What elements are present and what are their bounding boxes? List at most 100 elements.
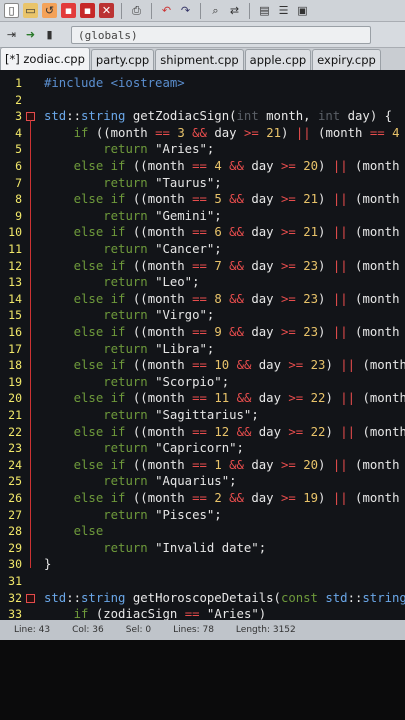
code-line[interactable]: 32 std::string getHoroscopeDetails(const … bbox=[0, 591, 405, 607]
code-line[interactable]: 17 return "Libra"; bbox=[0, 342, 405, 358]
code-text: else if ((month == 4 && day >= 20) || (m… bbox=[73, 159, 400, 173]
new-file-icon[interactable]: ▯ bbox=[4, 3, 19, 18]
code-text: return "Virgo"; bbox=[103, 308, 215, 323]
code-text: else if ((month == 9 && day >= 23) || (m… bbox=[73, 325, 400, 339]
code-line[interactable]: 15 return "Virgo"; bbox=[0, 308, 405, 324]
status-bar: Line: 43 Col: 36 Sel: 0 Lines: 78 Length… bbox=[0, 620, 405, 640]
status-line: Line: 43 bbox=[14, 625, 51, 635]
tab-shipment[interactable]: shipment.cpp bbox=[155, 49, 244, 70]
line-number: 18 bbox=[8, 358, 22, 373]
revert-icon[interactable]: ↺ bbox=[42, 3, 57, 18]
code-line[interactable]: 26 else if ((month == 2 && day >= 19) ||… bbox=[0, 491, 405, 507]
save-icon[interactable]: ▪ bbox=[61, 3, 76, 18]
code-text: #include <iostream> bbox=[44, 76, 185, 90]
list-icon[interactable]: ☰ bbox=[276, 3, 291, 18]
code-line[interactable]: 6 else if ((month == 4 && day >= 20) || … bbox=[0, 159, 405, 175]
code-line[interactable]: 18 else if ((month == 10 && day >= 23) |… bbox=[0, 358, 405, 374]
code-line[interactable]: 30} bbox=[0, 557, 405, 573]
code-text: else if ((month == 10 && day >= 23) || (… bbox=[73, 358, 405, 373]
code-line[interactable]: 33 if (zodiacSign == "Aries") bbox=[0, 607, 405, 620]
code-line[interactable]: 22 else if ((month == 12 && day >= 22) |… bbox=[0, 425, 405, 441]
fold-marker-icon[interactable] bbox=[26, 593, 35, 603]
code-line[interactable]: 11 return "Cancer"; bbox=[0, 242, 405, 258]
tab-apple[interactable]: apple.cpp bbox=[244, 49, 312, 70]
line-number: 19 bbox=[8, 374, 22, 389]
status-col: Col: 36 bbox=[72, 625, 104, 635]
code-line[interactable]: 12 else if ((month == 7 && day >= 23) ||… bbox=[0, 259, 405, 275]
code-line[interactable]: 1 #include <iostream> bbox=[0, 76, 405, 92]
code-editor[interactable]: 1 #include <iostream> 2 3 std::string getZod… bbox=[0, 70, 405, 620]
save-all-icon[interactable]: ▪ bbox=[80, 3, 95, 18]
code-text: else bbox=[73, 524, 104, 539]
code-line[interactable]: 21 return "Sagittarius"; bbox=[0, 408, 405, 424]
print-icon[interactable]: ⎙ bbox=[129, 3, 144, 18]
status-length: Length: 3152 bbox=[235, 625, 296, 635]
line-number: 17 bbox=[8, 341, 22, 356]
replace-icon[interactable]: ⇄ bbox=[227, 3, 242, 18]
toolbar-separator bbox=[121, 2, 122, 19]
code-line[interactable]: 16 else if ((month == 9 && day >= 23) ||… bbox=[0, 325, 405, 341]
code-line[interactable]: 31 bbox=[0, 574, 405, 590]
undo-icon[interactable]: ↶ bbox=[159, 3, 174, 18]
code-text: return "Sagittarius"; bbox=[103, 408, 259, 422]
code-text: else if ((month == 8 && day >= 23) || (m… bbox=[73, 291, 400, 306]
status-lines: Lines: 78 bbox=[173, 625, 214, 635]
code-line[interactable]: 4 if ((month == 3 && day >= 21) || (mont… bbox=[0, 126, 405, 142]
code-text: return "Pisces"; bbox=[103, 507, 222, 522]
tab-zodiac[interactable]: [*] zodiac.cpp bbox=[0, 47, 90, 70]
compile-icon[interactable]: ➜ bbox=[23, 27, 38, 42]
code-line[interactable]: 28 else bbox=[0, 524, 405, 540]
code-text: return "Aries"; bbox=[103, 142, 215, 157]
code-text: return "Libra"; bbox=[103, 341, 215, 356]
line-number: 16 bbox=[8, 325, 22, 339]
code-text: else if ((month == 5 && day >= 21) || (m… bbox=[73, 192, 400, 207]
code-text: else if ((month == 6 && day >= 21) || (m… bbox=[73, 225, 400, 240]
code-line[interactable]: 27 return "Pisces"; bbox=[0, 508, 405, 524]
code-line[interactable]: 7 return "Taurus"; bbox=[0, 176, 405, 192]
line-number: 24 bbox=[8, 457, 22, 472]
open-file-icon[interactable]: ▭ bbox=[23, 3, 38, 18]
code-text: } bbox=[44, 557, 52, 572]
line-number: 5 bbox=[15, 142, 22, 157]
close-icon[interactable]: ✕ bbox=[99, 3, 114, 18]
window-icon[interactable]: ▣ bbox=[295, 3, 310, 18]
code-line[interactable]: 20 else if ((month == 11 && day >= 22) |… bbox=[0, 391, 405, 407]
code-line[interactable]: 10 else if ((month == 6 && day >= 21) ||… bbox=[0, 225, 405, 241]
code-line[interactable]: 25 return "Aquarius"; bbox=[0, 474, 405, 490]
code-line[interactable]: 14 else if ((month == 8 && day >= 23) ||… bbox=[0, 292, 405, 308]
code-line[interactable]: 5 return "Aries"; bbox=[0, 142, 405, 158]
line-number: 12 bbox=[8, 258, 22, 273]
code-text: else if ((month == 12 && day >= 22) || (… bbox=[73, 424, 405, 439]
code-text: if ((month == 3 && day >= 21) || (month … bbox=[73, 125, 400, 140]
find-icon[interactable]: ⌕ bbox=[208, 3, 223, 18]
code-line[interactable]: 19 return "Scorpio"; bbox=[0, 375, 405, 391]
toolbar-separator bbox=[249, 2, 250, 19]
redo-icon[interactable]: ↷ bbox=[178, 3, 193, 18]
tab-expiry[interactable]: expiry.cpp bbox=[312, 49, 381, 70]
code-text: else if ((month == 7 && day >= 23) || (m… bbox=[73, 258, 400, 273]
tab-party[interactable]: party.cpp bbox=[90, 49, 155, 70]
code-line[interactable]: 23 return "Capricorn"; bbox=[0, 441, 405, 457]
file-tabs: [*] zodiac.cpp party.cpp shipment.cpp ap… bbox=[0, 47, 405, 70]
code-text: std::string getZodiacSign(int month, int… bbox=[44, 109, 393, 124]
code-line[interactable]: 2 bbox=[0, 93, 405, 109]
line-number: 4 bbox=[15, 125, 22, 140]
line-number: 7 bbox=[15, 175, 22, 190]
scope-selector[interactable]: (globals) bbox=[71, 25, 371, 44]
line-number: 3 bbox=[15, 109, 22, 124]
code-text: return "Invalid date"; bbox=[103, 540, 267, 555]
indent-icon[interactable]: ⇥ bbox=[4, 27, 19, 42]
code-line[interactable]: 24 else if ((month == 1 && day >= 20) ||… bbox=[0, 458, 405, 474]
line-number: 33 bbox=[8, 607, 22, 620]
line-number: 9 bbox=[15, 208, 22, 223]
toolbar: ▯ ▭ ↺ ▪ ▪ ✕ ⎙ ↶ ↷ ⌕ ⇄ ▤ ☰ ▣ bbox=[0, 0, 405, 22]
code-text: std::string getHoroscopeDetails(const st… bbox=[44, 590, 405, 605]
code-line[interactable]: 29 return "Invalid date"; bbox=[0, 541, 405, 557]
document-icon[interactable]: ▤ bbox=[257, 3, 272, 18]
code-line[interactable]: 3 std::string getZodiacSign(int month, in… bbox=[0, 109, 405, 125]
line-number: 32 bbox=[8, 590, 22, 605]
code-line[interactable]: 9 return "Gemini"; bbox=[0, 209, 405, 225]
bookmark-icon[interactable]: ▮ bbox=[42, 27, 57, 42]
code-line[interactable]: 13 return "Leo"; bbox=[0, 275, 405, 291]
code-line[interactable]: 8 else if ((month == 5 && day >= 21) || … bbox=[0, 192, 405, 208]
